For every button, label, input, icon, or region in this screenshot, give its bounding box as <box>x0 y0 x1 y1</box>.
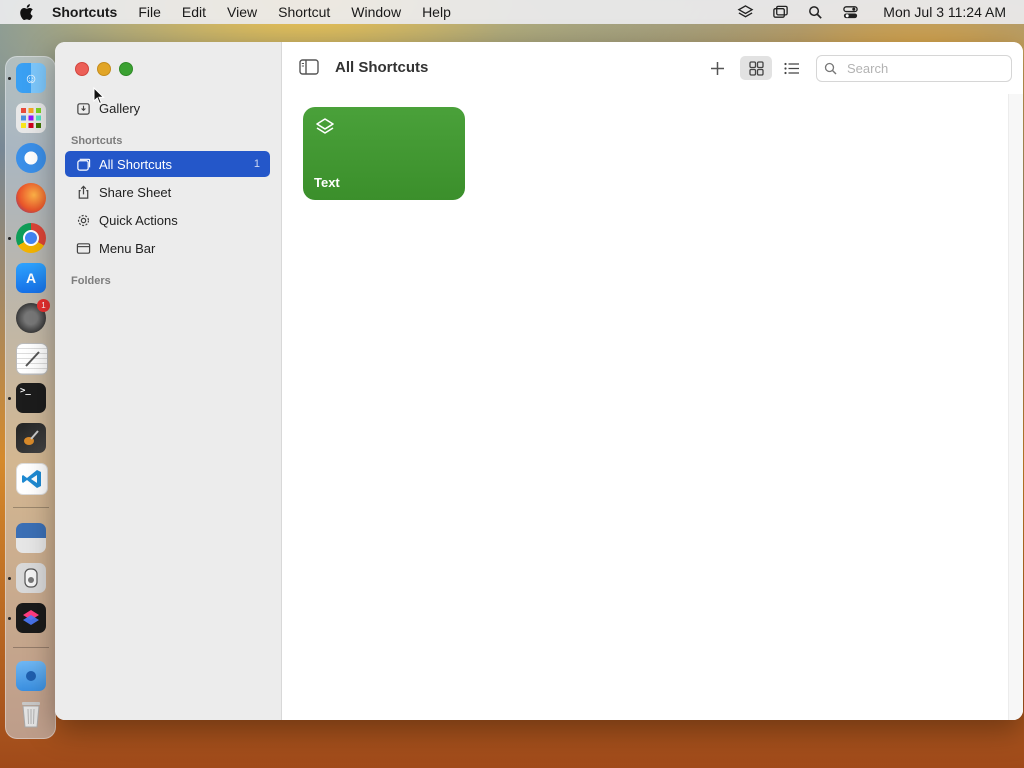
running-indicator <box>8 397 11 400</box>
finder-icon[interactable]: ☺ <box>16 63 46 93</box>
apple-logo-icon[interactable] <box>18 3 34 21</box>
shortcut-card-text[interactable]: Text <box>303 107 465 200</box>
main-content: All Shortcuts Text <box>282 42 1023 720</box>
grid-icon <box>748 60 764 76</box>
sidebar-item-share-sheet[interactable]: Share Sheet <box>65 179 270 205</box>
vertical-scrollbar[interactable] <box>1008 94 1023 720</box>
menu-edit[interactable]: Edit <box>182 4 206 20</box>
search-field[interactable] <box>816 55 1012 82</box>
disk-utility-icon[interactable] <box>16 563 46 593</box>
layers-icon <box>316 118 334 134</box>
textedit-icon[interactable] <box>16 343 48 375</box>
trash-icon[interactable] <box>16 699 46 729</box>
sidebar-item-label: All Shortcuts <box>99 156 172 172</box>
add-shortcut-button[interactable] <box>703 56 731 80</box>
dock-separator <box>13 507 49 508</box>
shortcuts-icon[interactable] <box>16 603 46 633</box>
shortcuts-section-header: Shortcuts <box>71 135 123 147</box>
menu-bar: Shortcuts File Edit View Shortcut Window… <box>0 0 1024 24</box>
sidebar-item-all-shortcuts[interactable]: All Shortcuts 1 <box>65 151 270 177</box>
close-button[interactable] <box>75 62 89 76</box>
sidebar: Gallery Shortcuts All Shortcuts 1 Share … <box>55 42 282 720</box>
downloads-folder-icon[interactable] <box>16 661 46 691</box>
toolbar: All Shortcuts <box>282 42 1023 94</box>
menu-shortcut[interactable]: Shortcut <box>278 4 330 20</box>
sidebar-item-label: Gallery <box>99 100 141 116</box>
menu-help[interactable]: Help <box>422 4 451 20</box>
sidebar-item-label: Share Sheet <box>99 184 172 200</box>
system-settings-icon[interactable]: 1 <box>16 299 50 333</box>
sidebar-toggle-icon[interactable] <box>299 59 319 75</box>
running-indicator <box>8 237 11 240</box>
notification-badge: 1 <box>37 299 50 312</box>
zoom-button[interactable] <box>119 62 133 76</box>
search-icon <box>824 62 837 75</box>
running-indicator <box>8 617 11 620</box>
safari-icon[interactable] <box>16 143 46 173</box>
screen-mirroring-icon[interactable] <box>772 4 789 21</box>
folders-section-header: Folders <box>71 275 111 287</box>
plus-icon <box>710 61 724 75</box>
minimize-button[interactable] <box>97 62 111 76</box>
launchpad-icon[interactable] <box>16 103 46 133</box>
dock: ☺ A 1 >_ <box>5 56 56 739</box>
menu-bar-icon <box>75 240 91 256</box>
garageband-icon[interactable] <box>16 423 46 453</box>
grid-view-button[interactable] <box>740 56 772 80</box>
mouse-pointer-icon <box>93 87 105 105</box>
spotlight-search-icon[interactable] <box>807 4 824 21</box>
running-indicator <box>8 577 11 580</box>
menu-view[interactable]: View <box>227 4 257 20</box>
menu-window[interactable]: Window <box>351 4 401 20</box>
chrome-icon[interactable] <box>16 223 46 253</box>
share-icon <box>75 184 91 200</box>
all-shortcuts-icon <box>75 156 91 172</box>
menubar-clock[interactable]: Mon Jul 3 11:24 AM <box>883 4 1006 20</box>
shortcut-count: 1 <box>253 158 260 170</box>
app-store-icon[interactable]: A <box>16 263 46 293</box>
sidebar-item-menu-bar[interactable]: Menu Bar <box>65 235 270 261</box>
gear-icon <box>75 212 91 228</box>
shortcut-card-label: Text <box>314 175 340 190</box>
menu-file[interactable]: File <box>138 4 161 20</box>
app-menu-shortcuts[interactable]: Shortcuts <box>52 4 117 20</box>
firefox-icon[interactable] <box>16 183 46 213</box>
dock-separator <box>13 647 49 648</box>
shortcuts-window: Gallery Shortcuts All Shortcuts 1 Share … <box>55 42 1023 720</box>
layers-icon[interactable] <box>737 4 754 21</box>
control-center-icon[interactable] <box>842 4 859 21</box>
sidebar-item-label: Menu Bar <box>99 240 156 256</box>
terminal-icon[interactable]: >_ <box>16 383 46 413</box>
list-icon <box>783 62 799 74</box>
gallery-icon <box>75 100 91 116</box>
page-title: All Shortcuts <box>335 59 429 76</box>
preview-icon[interactable] <box>16 523 46 553</box>
running-indicator <box>8 77 11 80</box>
vscode-icon[interactable] <box>16 463 48 495</box>
sidebar-item-label: Quick Actions <box>99 212 178 228</box>
sidebar-item-quick-actions[interactable]: Quick Actions <box>65 207 270 233</box>
window-controls <box>75 62 133 76</box>
list-view-button[interactable] <box>777 56 805 80</box>
search-input[interactable] <box>845 60 1009 77</box>
